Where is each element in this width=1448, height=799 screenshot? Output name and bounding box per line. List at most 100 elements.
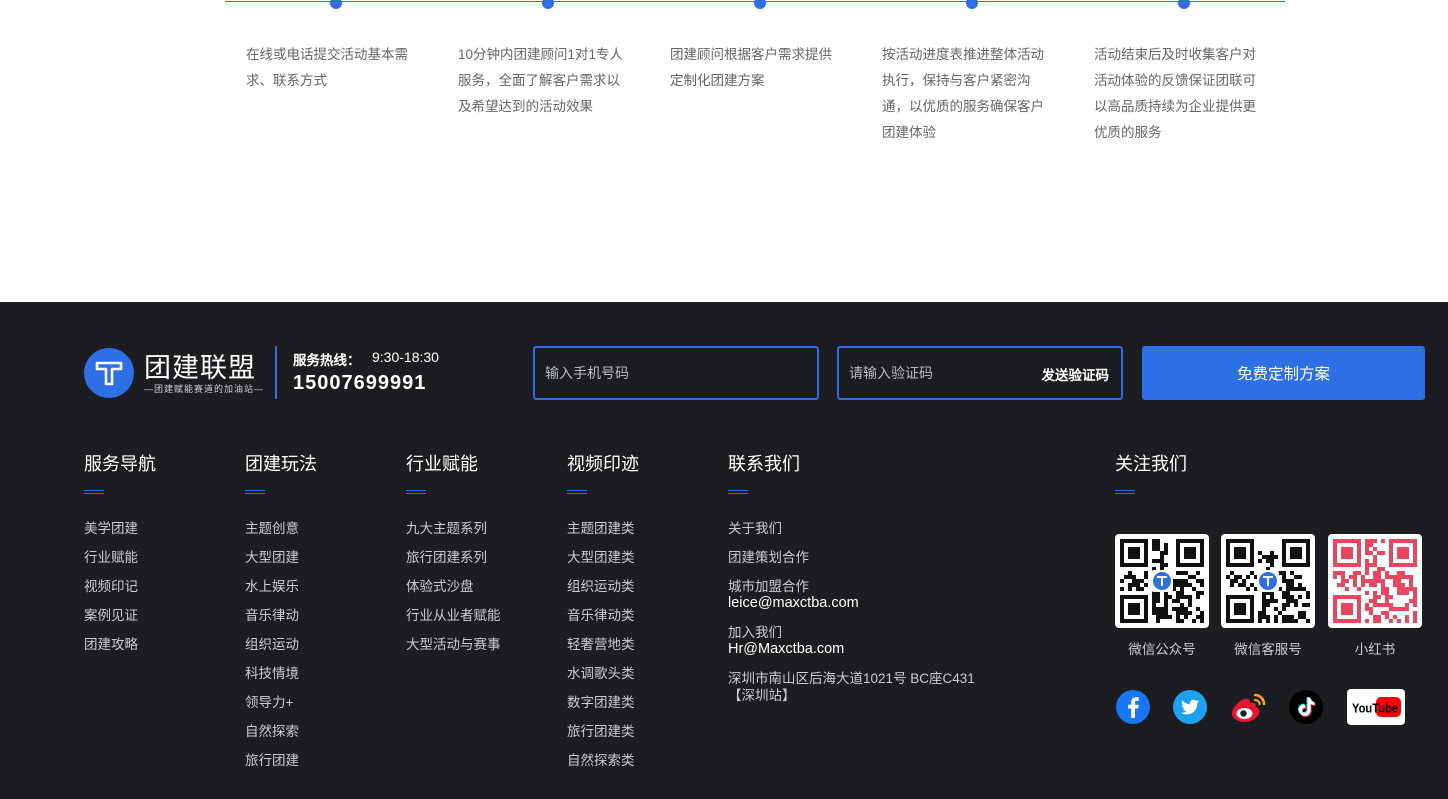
- footer-link[interactable]: 主题创意: [245, 520, 317, 549]
- footer-link[interactable]: 水调歌头类: [567, 665, 639, 694]
- footer-link[interactable]: 自然探索类: [567, 752, 639, 781]
- hotline-label: 服务热线：: [293, 353, 361, 368]
- verification-code-input[interactable]: [839, 348, 1029, 398]
- footer-link[interactable]: 旅行团建: [245, 752, 317, 781]
- footer-column-industry: 行业赋能 九大主题系列 旅行团建系列 体验式沙盘 行业从业者赋能 大型活动与赛事: [406, 450, 501, 665]
- free-plan-button[interactable]: 免费定制方案: [1142, 346, 1425, 400]
- footer-link[interactable]: 数字团建类: [567, 694, 639, 723]
- step-3-text: 团建顾问根据客户需求提供定制化团建方案: [670, 47, 832, 88]
- planning-link[interactable]: 团建策划合作: [728, 549, 975, 566]
- qr-label: 小红书: [1354, 642, 1396, 657]
- footer-link[interactable]: 水上娱乐: [245, 578, 317, 607]
- timeline-dot: [542, 0, 554, 9]
- logo-name: 团建联盟: [144, 353, 256, 383]
- xiaohongshu-qr-icon: [1328, 534, 1422, 628]
- qr-label: 微信客服号: [1234, 642, 1302, 657]
- footer-link[interactable]: 音乐律动类: [567, 607, 639, 636]
- column-title: 服务导航: [84, 454, 156, 474]
- footer-link[interactable]: 音乐律动: [245, 607, 317, 636]
- timeline-line: [225, 0, 1285, 9]
- footer-column-follow: 关注我们: [1115, 450, 1187, 494]
- footer-column-gameplay: 团建玩法 主题创意 大型团建 水上娱乐 音乐律动 组织运动 科技情境 领导力+ …: [245, 450, 317, 781]
- title-underline: [245, 490, 265, 494]
- tiktok-icon[interactable]: [1288, 689, 1324, 725]
- footer-link[interactable]: 视频印记: [84, 578, 156, 607]
- footer-link[interactable]: 组织运动类: [567, 578, 639, 607]
- footer-link[interactable]: 大型活动与赛事: [406, 636, 501, 665]
- logo-mark-icon: [84, 348, 134, 398]
- footer-column-service-nav: 服务导航 美学团建 行业赋能 视频印记 案例见证 团建攻略: [84, 450, 156, 665]
- wechat-official-qr-icon: [1115, 534, 1209, 628]
- footer-link[interactable]: 领导力+: [245, 694, 317, 723]
- step-5-text: 活动结束后及时收集客户对活动体验的反馈保证团联可以高品质持续为企业提供更优质的服…: [1094, 47, 1256, 140]
- timeline-dot: [1178, 0, 1190, 9]
- column-title: 团建玩法: [245, 454, 317, 474]
- link-list: 主题团建类 大型团建类 组织运动类 音乐律动类 轻奢营地类 水调歌头类 数字团建…: [567, 520, 639, 781]
- timeline-dot: [330, 0, 342, 9]
- weibo-icon[interactable]: [1229, 689, 1267, 725]
- divider: [275, 346, 277, 399]
- column-title: 视频印迹: [567, 454, 639, 474]
- process-steps: 在线或电话提交活动基本需求、联系方式 10分钟内团建顾问1对1专人服务，全面了解…: [0, 0, 1448, 302]
- link-list: 美学团建 行业赋能 视频印记 案例见证 团建攻略: [84, 520, 156, 665]
- footer-link[interactable]: 组织运动: [245, 636, 317, 665]
- hotline-hours: 9:30-18:30: [372, 349, 439, 365]
- youtube-icon[interactable]: YouTube: [1347, 689, 1405, 725]
- franchise-email[interactable]: leice@maxctba.com: [728, 595, 975, 612]
- footer-column-contact: 联系我们 关于我们 团建策划合作 城市加盟合作 leice@maxctba.co…: [728, 450, 975, 716]
- verification-code-field: 发送验证码: [837, 346, 1123, 400]
- phone-input[interactable]: [533, 346, 819, 400]
- hotline-phone[interactable]: 15007699991: [293, 372, 426, 395]
- footer-link[interactable]: 科技情境: [245, 665, 317, 694]
- footer-link[interactable]: 大型团建类: [567, 549, 639, 578]
- contact-list: 关于我们 团建策划合作 城市加盟合作 leice@maxctba.com 加入我…: [728, 520, 975, 704]
- footer-link[interactable]: 行业赋能: [84, 549, 156, 578]
- footer-link[interactable]: 旅行团建系列: [406, 549, 501, 578]
- footer-logo[interactable]: 团建联盟 —团建赋能赛道的加油站—: [84, 346, 264, 398]
- footer-link[interactable]: 行业从业者赋能: [406, 607, 501, 636]
- step-2-text: 10分钟内团建顾问1对1专人服务，全面了解客户需求以及希望达到的活动效果: [458, 47, 624, 114]
- send-code-button[interactable]: 发送验证码: [1042, 364, 1110, 384]
- title-underline: [1115, 490, 1135, 494]
- footer-link[interactable]: 轻奢营地类: [567, 636, 639, 665]
- column-title: 关注我们: [1115, 454, 1187, 474]
- join-email[interactable]: Hr@Maxctba.com: [728, 641, 975, 658]
- footer-link[interactable]: 大型团建: [245, 549, 317, 578]
- qr-code-row: 微信公众号 微信客服号 小红书: [1115, 534, 1425, 664]
- qr-label: 微信公众号: [1128, 642, 1196, 657]
- franchise-contact: 城市加盟合作 leice@maxctba.com: [728, 578, 975, 612]
- timeline-dot: [966, 0, 978, 9]
- title-underline: [406, 490, 426, 494]
- timeline-dot: [754, 0, 766, 9]
- footer-link[interactable]: 自然探索: [245, 723, 317, 752]
- footer-link[interactable]: 体验式沙盘: [406, 578, 501, 607]
- about-us-link[interactable]: 关于我们: [728, 520, 975, 537]
- join-label: 加入我们: [728, 625, 782, 640]
- join-contact: 加入我们 Hr@Maxctba.com: [728, 624, 975, 658]
- site-footer: 团建联盟 —团建赋能赛道的加油站— 服务热线： 9:30-18:30 15007…: [0, 302, 1448, 799]
- step-1-text: 在线或电话提交活动基本需求、联系方式: [246, 47, 408, 88]
- footer-link[interactable]: 旅行团建类: [567, 723, 639, 752]
- title-underline: [567, 490, 587, 494]
- step-4-text: 按活动进度表推进整体活动执行，保持与客户紧密沟通，以优质的服务确保客户团建体验: [882, 47, 1044, 140]
- address: 深圳市南山区后海大道1021号 BC座C431 【深圳站】: [728, 670, 975, 704]
- title-underline: [728, 490, 748, 494]
- wechat-service-qr-icon: [1221, 534, 1315, 628]
- franchise-label: 城市加盟合作: [728, 579, 809, 594]
- footer-link[interactable]: 主题团建类: [567, 520, 639, 549]
- title-underline: [84, 490, 104, 494]
- station-label: 【深圳站】: [728, 688, 796, 703]
- column-title: 联系我们: [728, 454, 800, 474]
- link-list: 主题创意 大型团建 水上娱乐 音乐律动 组织运动 科技情境 领导力+ 自然探索 …: [245, 520, 317, 781]
- footer-link[interactable]: 美学团建: [84, 520, 156, 549]
- footer-link[interactable]: 团建攻略: [84, 636, 156, 665]
- footer-link[interactable]: 九大主题系列: [406, 520, 501, 549]
- footer-column-video: 视频印迹 主题团建类 大型团建类 组织运动类 音乐律动类 轻奢营地类 水调歌头类…: [567, 450, 639, 781]
- footer-link[interactable]: 案例见证: [84, 607, 156, 636]
- address-text: 深圳市南山区后海大道1021号 BC座C431: [728, 671, 975, 686]
- link-list: 九大主题系列 旅行团建系列 体验式沙盘 行业从业者赋能 大型活动与赛事: [406, 520, 501, 665]
- youtube-wordmark: YouTube: [1352, 701, 1398, 716]
- column-title: 行业赋能: [406, 454, 478, 474]
- facebook-icon[interactable]: [1115, 689, 1151, 725]
- twitter-icon[interactable]: [1172, 689, 1208, 725]
